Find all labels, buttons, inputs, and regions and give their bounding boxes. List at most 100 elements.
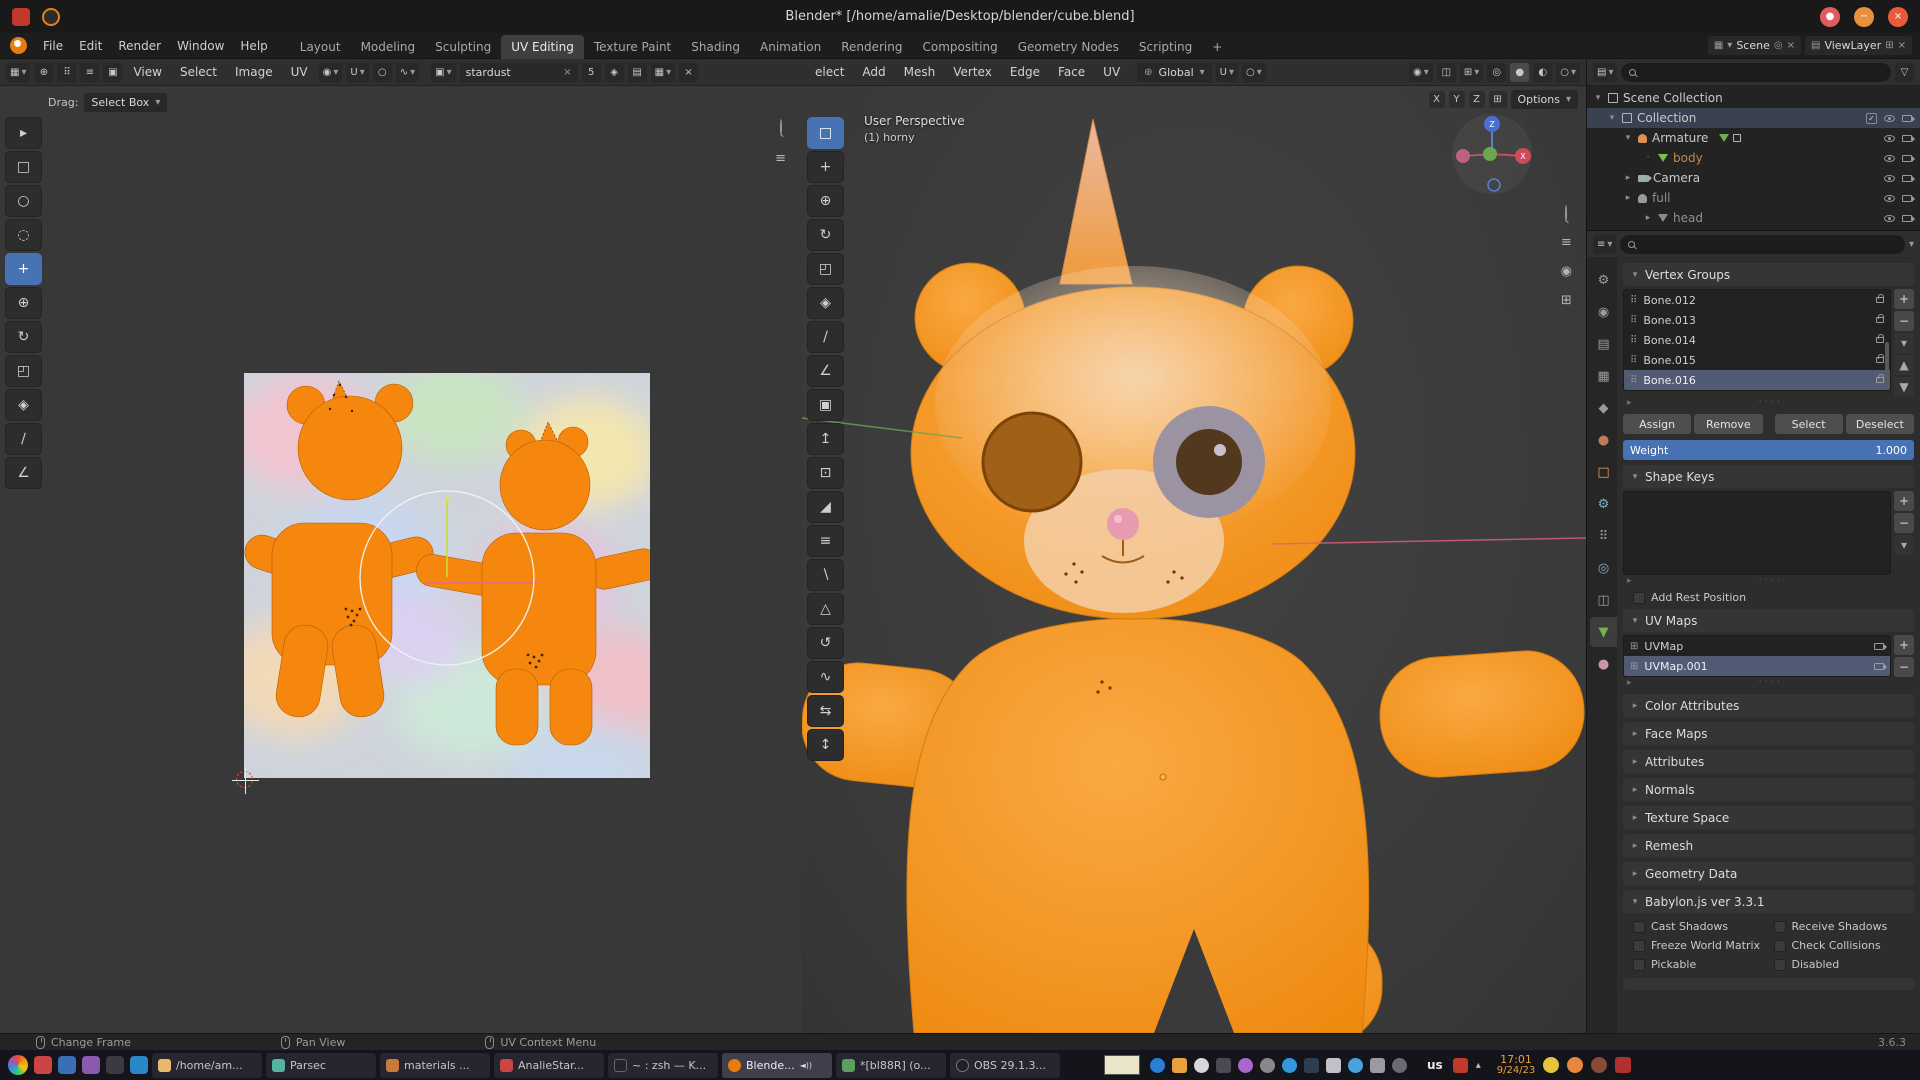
uv-select-edge-button[interactable]: ≡	[80, 63, 99, 82]
freeze-world-matrix-row[interactable]: Freeze World Matrix	[1633, 939, 1770, 952]
blender-logo-icon[interactable]	[10, 37, 27, 54]
panel-uv-maps[interactable]: ▾UV Maps	[1623, 609, 1914, 632]
panel-color-attributes[interactable]: ▸Color Attributes	[1623, 694, 1914, 717]
tool-shrink-fatten[interactable]: ↕	[807, 729, 844, 761]
tray-icon[interactable]	[1238, 1058, 1253, 1073]
tab-output[interactable]: ▤	[1590, 329, 1617, 359]
taskbar-app-icon[interactable]	[82, 1056, 100, 1074]
workspace-tab-shading[interactable]: Shading	[681, 35, 750, 59]
tool-bevel[interactable]: ◢	[807, 491, 844, 523]
panel-geometry-data[interactable]: ▸Geometry Data	[1623, 862, 1914, 885]
tray-icon[interactable]	[1615, 1057, 1631, 1073]
tool-tweak[interactable]: ▸	[5, 117, 42, 149]
snap-magnet-button[interactable]: U▾	[1216, 63, 1238, 82]
outliner-row-full[interactable]: ▸ full	[1587, 188, 1920, 208]
image-users-button[interactable]: 5	[582, 63, 601, 82]
outliner-search-input[interactable]	[1641, 66, 1883, 79]
uv-image[interactable]	[244, 373, 650, 778]
pan-hand-icon[interactable]: ≡	[775, 151, 786, 166]
viewport-canvas[interactable]: X Y Z ⊞ Options▾	[802, 86, 1586, 1033]
panel-vertex-groups[interactable]: ▾Vertex Groups	[1623, 263, 1914, 286]
render-icon[interactable]	[1902, 195, 1912, 202]
remove-button[interactable]: Remove	[1694, 414, 1762, 434]
outliner-row-collection[interactable]: ▾ Collection ✓	[1587, 108, 1920, 128]
transform-orientation-dropdown[interactable]: ⊕ Global▾	[1137, 63, 1212, 82]
unlink-icon[interactable]: ×	[1787, 40, 1795, 51]
visibility-dropdown[interactable]: ◉▾	[1409, 63, 1433, 82]
filter-dropdown-icon[interactable]: ▾	[1909, 239, 1914, 250]
menu-vertex[interactable]: Vertex	[946, 65, 999, 79]
outliner-row-head[interactable]: ▸ head	[1587, 208, 1920, 228]
tray-icon[interactable]	[1453, 1058, 1468, 1073]
list-scrollbar[interactable]	[1885, 342, 1889, 384]
tool-extrude[interactable]: ↥	[807, 423, 844, 455]
tool-spin[interactable]: ↺	[807, 627, 844, 659]
pickable-row[interactable]: Pickable	[1633, 958, 1770, 971]
tool-add-cube[interactable]: ▣	[807, 389, 844, 421]
clock[interactable]: 17:01 9/24/23	[1497, 1054, 1536, 1076]
render-icon[interactable]	[1902, 115, 1912, 122]
overlays-button[interactable]: ⊞▾	[1460, 63, 1483, 82]
vertex-group-item[interactable]: ⠿Bone.014	[1624, 330, 1890, 350]
disabled-checkbox[interactable]	[1774, 959, 1786, 971]
menu-edit[interactable]: Edit	[71, 33, 110, 59]
workspace-tab-rendering[interactable]: Rendering	[831, 35, 912, 59]
outliner-row-armature[interactable]: ▾ Armature	[1587, 128, 1920, 148]
tool-transform[interactable]: ◈	[5, 389, 42, 421]
outliner-row-scene-collection[interactable]: ▾ Scene Collection	[1587, 88, 1920, 108]
tray-icon[interactable]	[1150, 1058, 1165, 1073]
add-workspace-button[interactable]: +	[1202, 35, 1232, 59]
menu-mesh[interactable]: Mesh	[897, 65, 943, 79]
resize-grip[interactable]: ····	[1632, 680, 1910, 686]
panel-attributes[interactable]: ▸Attributes	[1623, 750, 1914, 773]
add-rest-position-row[interactable]: Add Rest Position	[1623, 587, 1914, 604]
workspace-tab-texture-paint[interactable]: Texture Paint	[584, 35, 681, 59]
zoom-icon[interactable]	[1565, 206, 1567, 221]
outliner-search[interactable]	[1621, 63, 1891, 82]
menu-window[interactable]: Window	[169, 33, 232, 59]
taskbar-window-blender[interactable]: Blende...◄))	[722, 1053, 832, 1078]
camera-view-icon[interactable]: ◉	[1561, 264, 1572, 279]
assign-button[interactable]: Assign	[1623, 414, 1691, 434]
hide-icon[interactable]	[1884, 175, 1895, 182]
lock-icon[interactable]	[1876, 297, 1884, 303]
remove-shape-key-button[interactable]: −	[1894, 513, 1914, 533]
taskbar-window-terminal[interactable]: ~ : zsh — K...	[608, 1053, 718, 1078]
uv-menu-uv[interactable]: UV	[284, 65, 315, 79]
tool-inset[interactable]: ⊡	[807, 457, 844, 489]
close-image-button[interactable]: ×	[679, 63, 698, 82]
uv-2d-cursor[interactable]	[236, 771, 253, 788]
cast-shadows-row[interactable]: Cast Shadows	[1633, 920, 1770, 933]
vertex-group-specials-button[interactable]: ▾	[1894, 333, 1914, 353]
add-vertex-group-button[interactable]: +	[1894, 289, 1914, 309]
tab-scene[interactable]: ◆	[1590, 393, 1617, 423]
add-shape-key-button[interactable]: +	[1894, 491, 1914, 511]
tab-render[interactable]: ◉	[1590, 297, 1617, 327]
tool-annotate[interactable]: ∕	[807, 321, 844, 353]
tool-poly-build[interactable]: △	[807, 593, 844, 625]
panel-normals[interactable]: ▸Normals	[1623, 778, 1914, 801]
shading-solid-button[interactable]: ●	[1510, 63, 1529, 82]
taskbar-window-vim[interactable]: *[bl88R] (o...	[836, 1053, 946, 1078]
uv-select-vertex-button[interactable]: ⠿	[57, 63, 76, 82]
render-icon[interactable]	[1902, 215, 1912, 222]
panel-babylon[interactable]: ▾Babylon.js ver 3.3.1	[1623, 890, 1914, 913]
workspace-tab-compositing[interactable]: Compositing	[912, 35, 1007, 59]
taskbar-window-materials[interactable]: materials ...	[380, 1053, 490, 1078]
viewlayer-selector[interactable]: ▤ ViewLayer ⊞ ×	[1805, 36, 1912, 55]
uv-menu-select[interactable]: Select	[173, 65, 224, 79]
workspace-tab-scripting[interactable]: Scripting	[1129, 35, 1202, 59]
tool-select-box[interactable]: □	[5, 151, 42, 183]
taskbar-window-analiestar[interactable]: AnalieStar...	[494, 1053, 604, 1078]
tab-modifiers[interactable]: ⚙	[1590, 489, 1617, 519]
unlink-image-icon[interactable]: ×	[563, 67, 571, 78]
tab-object-data[interactable]: ▼	[1590, 617, 1617, 647]
tool-move[interactable]: ⊕	[5, 287, 42, 319]
hide-icon[interactable]	[1884, 135, 1895, 142]
tab-particles[interactable]: ⠿	[1590, 521, 1617, 551]
resize-grip[interactable]: ····	[1632, 400, 1910, 406]
taskbar-app-icon[interactable]	[34, 1056, 52, 1074]
check-collisions-row[interactable]: Check Collisions	[1774, 939, 1911, 952]
outliner-row-body[interactable]: · body	[1587, 148, 1920, 168]
render-active-icon[interactable]	[1874, 643, 1884, 650]
